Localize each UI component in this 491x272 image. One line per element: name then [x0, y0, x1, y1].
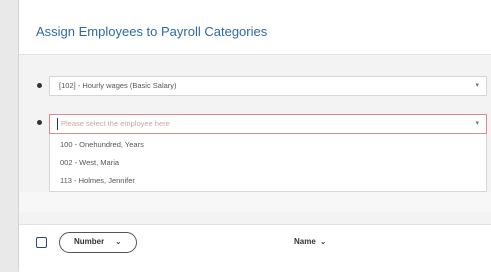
bullet-icon	[37, 120, 42, 125]
bullet-icon	[37, 83, 42, 88]
dropdown-option[interactable]: 113 - Holmes, Jennifer	[60, 176, 135, 185]
payroll-category-select[interactable]: [102] - Hourly wages (Basic Salary) ▾	[49, 76, 487, 96]
dropdown-option[interactable]: 002 - West, Maria	[60, 158, 119, 167]
name-column-label: Name	[294, 237, 316, 246]
assign-employees-panel: Assign Employees to Payroll Categories […	[18, 0, 491, 272]
caret-down-icon[interactable]: ▾	[475, 81, 479, 89]
payroll-category-value: [102] - Hourly wages (Basic Salary)	[59, 81, 177, 90]
number-column-sort-button[interactable]: Number ⌄	[59, 232, 137, 253]
select-all-checkbox[interactable]	[36, 237, 47, 248]
text-cursor	[57, 118, 58, 130]
page-title: Assign Employees to Payroll Categories	[36, 24, 268, 39]
chevron-down-icon: ⌄	[319, 237, 327, 246]
employee-select[interactable]: Please select the employee here ▾	[49, 114, 487, 134]
name-column-header[interactable]: Name ⌄	[294, 237, 327, 246]
caret-down-icon[interactable]: ▾	[475, 119, 479, 127]
dropdown-option[interactable]: 100 - Onehundred, Years	[60, 140, 144, 149]
employee-select-placeholder[interactable]: Please select the employee here	[61, 119, 170, 128]
table-header: Number ⌄ Name ⌄	[19, 224, 491, 272]
employee-dropdown-list: 100 - Onehundred, Years 002 - West, Mari…	[49, 134, 487, 192]
spacer-strip	[19, 192, 491, 212]
chevron-down-icon: ⌄	[115, 237, 122, 246]
number-column-label: Number	[74, 237, 105, 246]
panel-header: Assign Employees to Payroll Categories	[19, 0, 491, 55]
